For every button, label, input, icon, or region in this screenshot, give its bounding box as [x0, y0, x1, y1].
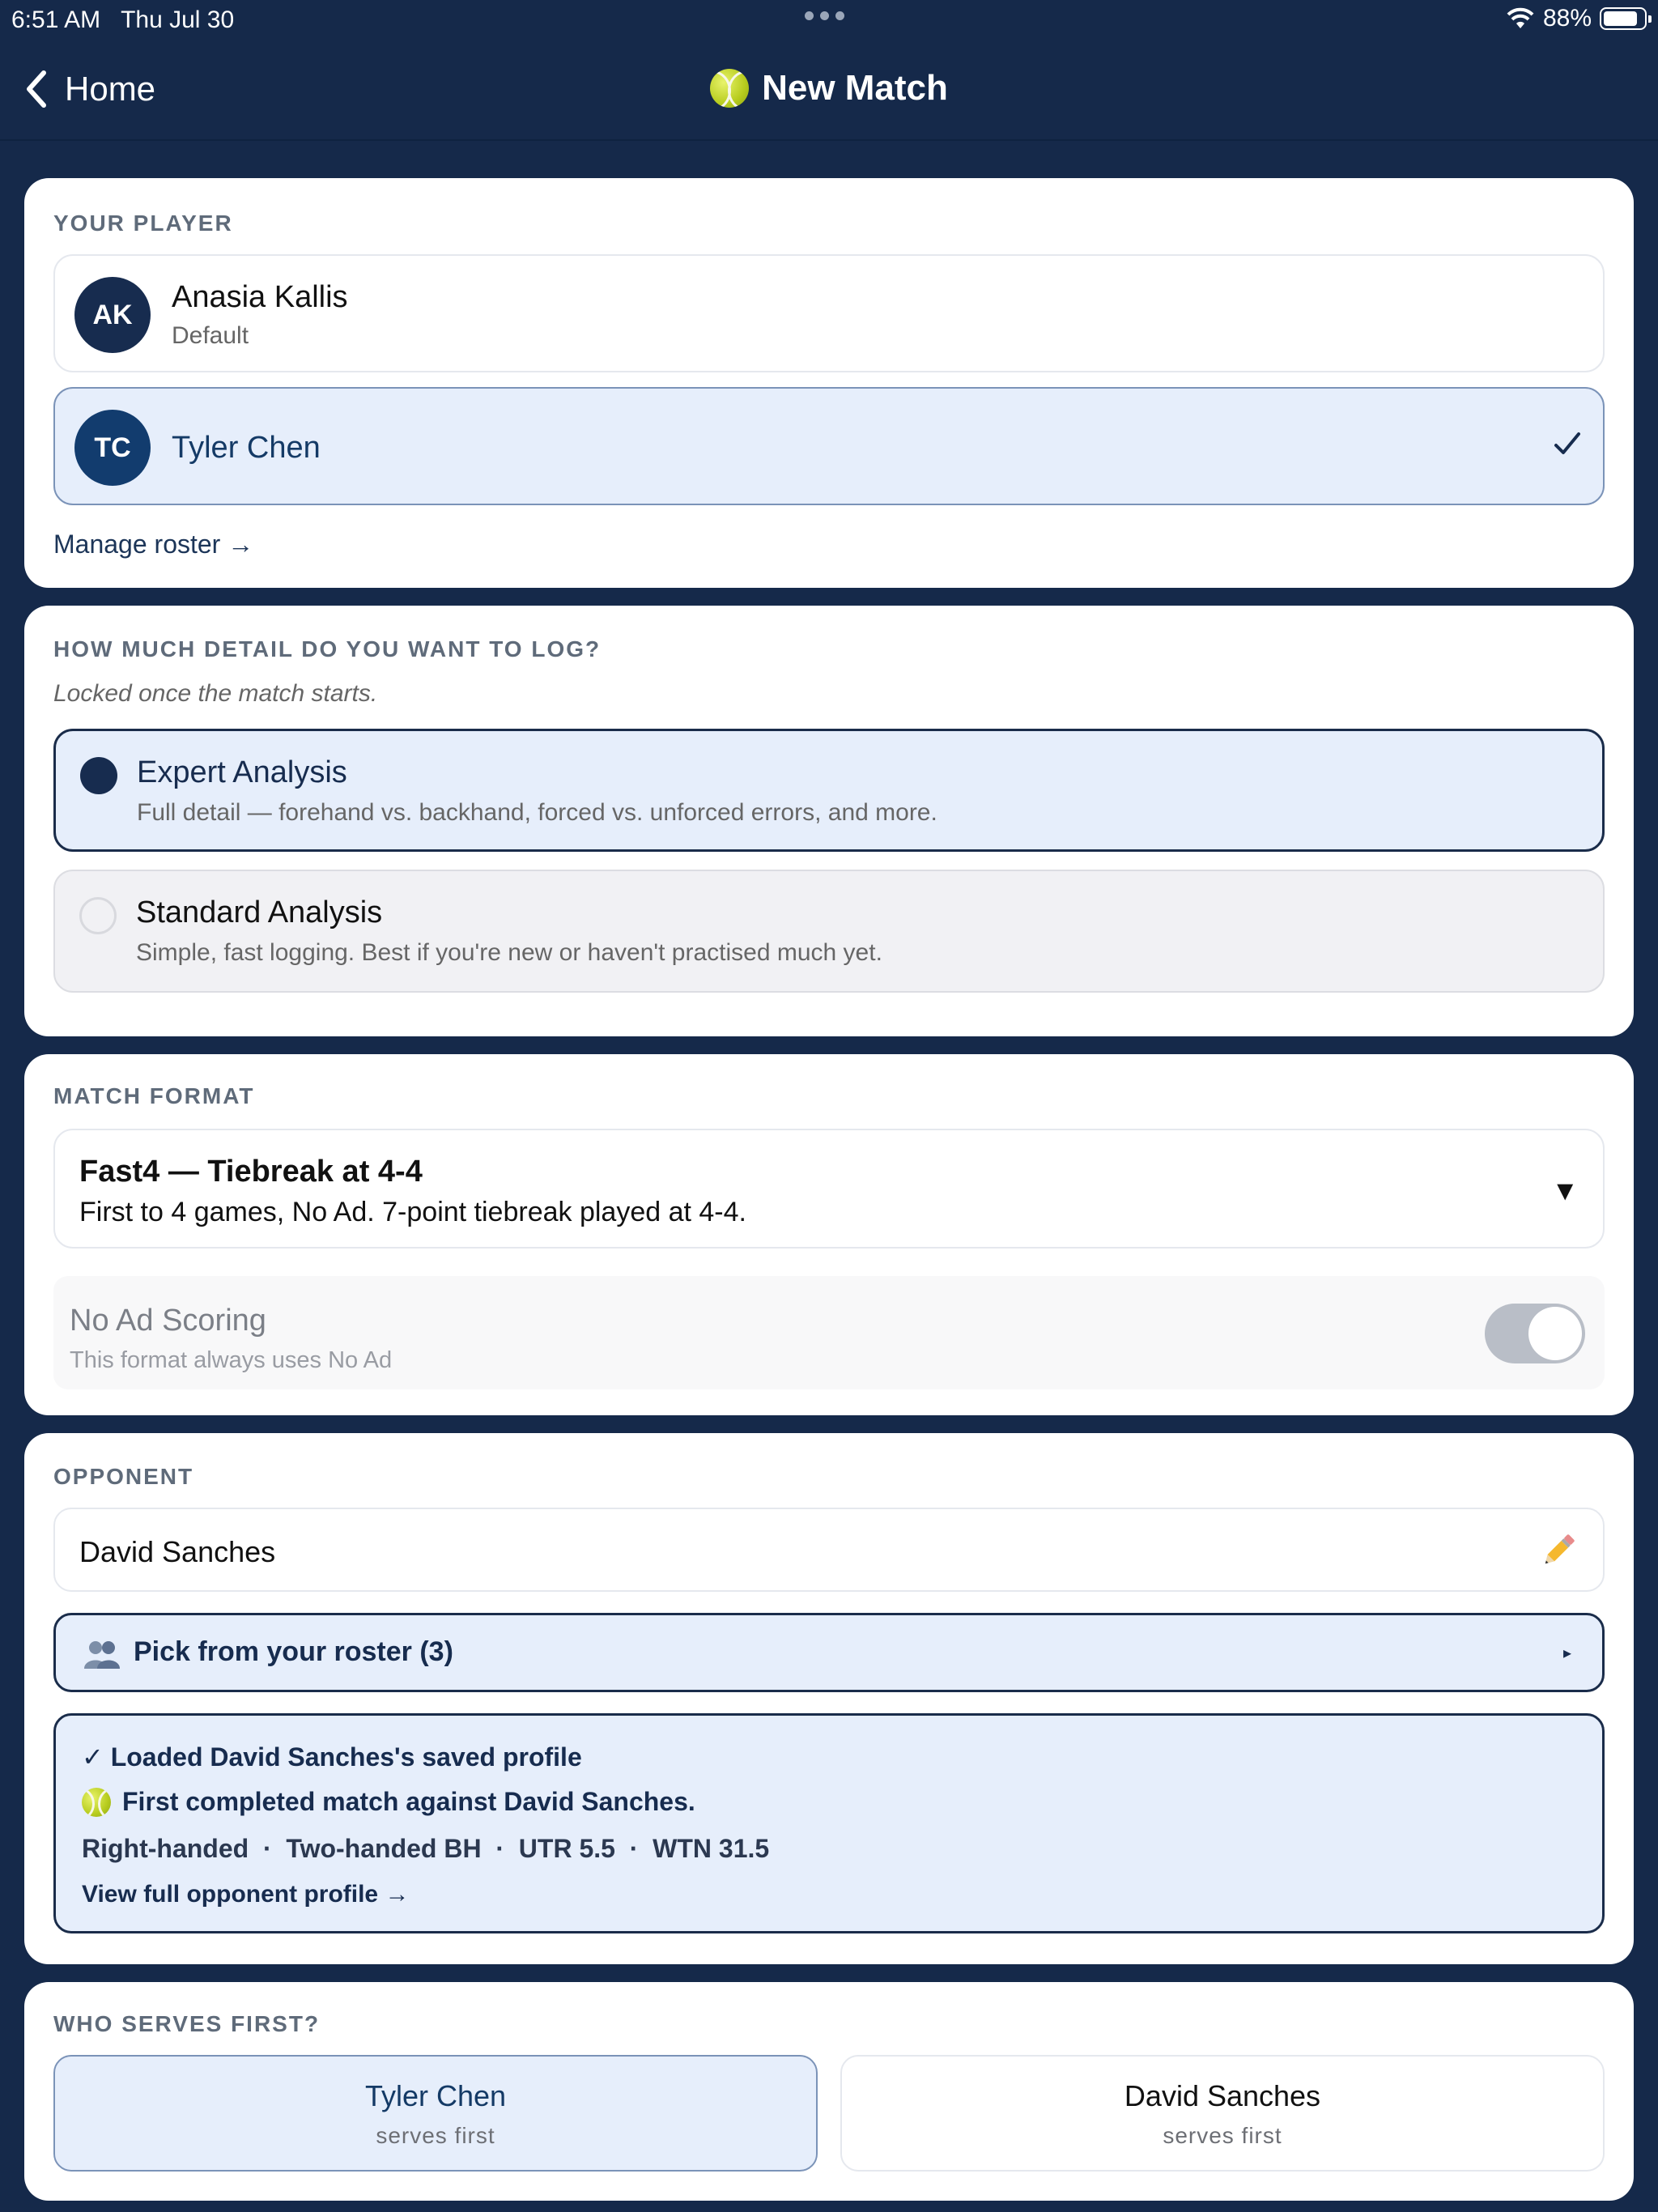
who-serves-label: WHO SERVES FIRST?	[53, 2011, 321, 2036]
opponent-name-value: David Sanches	[79, 1535, 276, 1568]
pencil-icon[interactable]	[1538, 1530, 1579, 1571]
avatar: TC	[74, 410, 151, 486]
serve-subtitle: serves first	[1163, 2123, 1282, 2148]
battery-percent: 88%	[1542, 5, 1592, 32]
player-row-tyler-chen[interactable]: TC Tyler Chen	[53, 387, 1605, 505]
option-title: Standard Analysis	[136, 895, 383, 929]
player-row-anasia-kallis[interactable]: AK Anasia Kallis Default	[53, 254, 1605, 372]
player-subtitle: Default	[172, 322, 249, 349]
opponent-name-field[interactable]: David Sanches	[53, 1508, 1605, 1592]
first-match-text: First completed match against David Sanc…	[82, 1787, 695, 1817]
player-name: Tyler Chen	[172, 431, 321, 465]
opponent-profile-info: ✓ Loaded David Sanches's saved profile F…	[53, 1713, 1605, 1933]
serve-option-david-sanches[interactable]: David Sanches serves first	[840, 2055, 1605, 2172]
no-ad-title: No Ad Scoring	[70, 1304, 266, 1338]
detail-level-card: HOW MUCH DETAIL DO YOU WANT TO LOG? Lock…	[24, 606, 1634, 1036]
manage-roster-link[interactable]: Manage roster →	[53, 530, 253, 559]
opponent-label: OPPONENT	[53, 1464, 194, 1489]
disclosure-triangle-icon: ▸	[1562, 1644, 1571, 1662]
radio-selected-icon	[80, 757, 117, 794]
detail-label: HOW MUCH DETAIL DO YOU WANT TO LOG?	[53, 636, 602, 661]
player-name: Anasia Kallis	[172, 280, 348, 314]
people-icon	[84, 1641, 120, 1669]
page-title: New Match	[0, 68, 1658, 108]
option-title: Expert Analysis	[137, 755, 347, 789]
serve-player-name: Tyler Chen	[364, 2079, 507, 2112]
radio-unselected-icon	[79, 897, 117, 934]
multitasking-dots-icon[interactable]	[805, 11, 844, 20]
format-title: Fast4 — Tiebreak at 4-4	[79, 1155, 423, 1189]
pick-from-roster-button[interactable]: Pick from your roster (3) ▸	[53, 1613, 1605, 1692]
profile-loaded-text: ✓ Loaded David Sanches's saved profile	[82, 1742, 582, 1772]
opponent-stats: Right-handed · Two-handed BH · UTR 5.5 ·…	[82, 1834, 770, 1863]
wifi-icon	[1507, 7, 1534, 28]
pick-roster-label: Pick from your roster (3)	[134, 1636, 453, 1667]
navigation-bar: Home New Match	[0, 40, 1658, 141]
format-description: First to 4 games, No Ad. 7-point tiebrea…	[79, 1197, 746, 1227]
your-player-label: YOUR PLAYER	[53, 211, 233, 236]
tennis-ball-icon	[710, 69, 750, 108]
status-bar: 6:51 AM Thu Jul 30 88%	[0, 0, 1658, 40]
match-format-select[interactable]: Fast4 — Tiebreak at 4-4 First to 4 games…	[53, 1129, 1605, 1249]
match-format-card: MATCH FORMAT Fast4 — Tiebreak at 4-4 Fir…	[24, 1054, 1634, 1415]
serve-option-tyler-chen[interactable]: Tyler Chen serves first	[53, 2055, 818, 2172]
avatar: AK	[74, 277, 151, 353]
match-format-label: MATCH FORMAT	[53, 1083, 255, 1108]
who-serves-card: WHO SERVES FIRST? Tyler Chen serves firs…	[24, 1982, 1634, 2201]
no-ad-toggle[interactable]	[1485, 1304, 1585, 1363]
dropdown-caret-icon: ▼	[1551, 1176, 1579, 1206]
standard-analysis-option[interactable]: Standard Analysis Simple, fast logging. …	[53, 870, 1605, 993]
checkmark-icon	[1554, 432, 1580, 454]
view-opponent-profile-link[interactable]: View full opponent profile →	[82, 1881, 409, 1908]
expert-analysis-option[interactable]: Expert Analysis Full detail — forehand v…	[53, 729, 1605, 852]
your-player-card: YOUR PLAYER AK Anasia Kallis Default TC …	[24, 178, 1634, 588]
tennis-ball-icon	[82, 1787, 111, 1817]
battery-icon	[1600, 7, 1652, 30]
status-time: 6:51 AM Thu Jul 30	[11, 6, 235, 33]
no-ad-scoring-row: No Ad Scoring This format always uses No…	[53, 1276, 1605, 1389]
no-ad-subtitle: This format always uses No Ad	[70, 1347, 393, 1373]
detail-note: Locked once the match starts.	[53, 680, 378, 707]
option-description: Simple, fast logging. Best if you're new…	[136, 939, 882, 966]
serve-player-name: David Sanches	[1124, 2079, 1321, 2112]
opponent-card: OPPONENT David Sanches Pick from your ro…	[24, 1433, 1634, 1964]
option-description: Full detail — forehand vs. backhand, for…	[137, 799, 937, 826]
serve-subtitle: serves first	[376, 2123, 495, 2148]
